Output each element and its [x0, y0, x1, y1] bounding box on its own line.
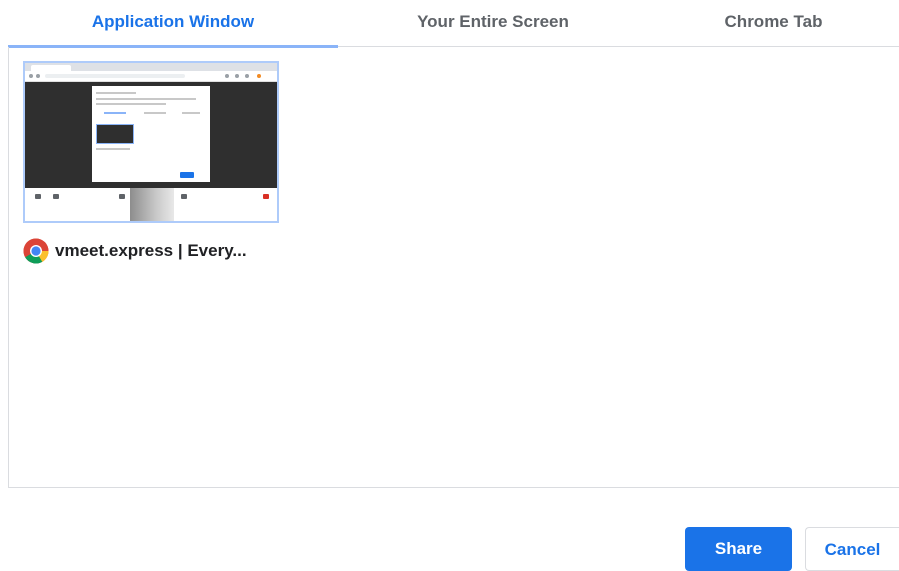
thumbnail-stage — [25, 82, 277, 188]
thumbnail-dialog — [92, 86, 210, 182]
thumbnail-toolbar-dot — [225, 74, 229, 78]
source-item[interactable]: vmeet.express | Every... — [23, 61, 279, 265]
thumbnail-icon — [181, 194, 187, 199]
thumbnail-icon — [119, 194, 125, 199]
window-thumbnail[interactable] — [23, 61, 279, 223]
thumbnail-tab-line — [104, 112, 126, 114]
thumbnail-button — [180, 172, 194, 178]
thumbnail-camera-preview — [130, 188, 174, 221]
thumbnail-hangup-icon — [263, 194, 269, 199]
thumbnail-url-bar — [45, 74, 185, 78]
thumbnail-address-bar — [25, 71, 277, 82]
thumbnail-tab-line — [144, 112, 166, 114]
source-label: vmeet.express | Every... — [23, 237, 279, 265]
source-list-panel: vmeet.express | Every... — [8, 47, 899, 488]
share-screen-dialog: Application Window Your Entire Screen Ch… — [0, 0, 899, 571]
thumbnail-text-line — [96, 103, 166, 105]
tab-entire-screen[interactable]: Your Entire Screen — [338, 0, 648, 45]
thumbnail-text-line — [96, 98, 196, 100]
share-button[interactable]: Share — [685, 527, 792, 571]
thumbnail-toolbar-dot — [235, 74, 239, 78]
thumbnail-nav-dot — [29, 74, 33, 78]
thumbnail-bottom-bar — [25, 188, 277, 221]
thumbnail-tile — [96, 124, 134, 144]
thumbnail-text-line — [96, 92, 136, 94]
thumbnail-nav-dot — [36, 74, 40, 78]
cancel-button[interactable]: Cancel — [805, 527, 899, 571]
chrome-icon — [23, 238, 49, 264]
thumbnail-avatar-dot — [257, 74, 261, 78]
tab-application-window[interactable]: Application Window — [8, 0, 338, 45]
source-title: vmeet.express | Every... — [55, 241, 247, 260]
thumbnail-tabstrip — [25, 63, 277, 71]
thumbnail-text-line — [96, 148, 130, 150]
thumbnail-tab-line — [182, 112, 200, 114]
thumbnail-icon — [35, 194, 41, 199]
tab-chrome-tab[interactable]: Chrome Tab — [648, 0, 899, 45]
thumbnail-toolbar-dot — [245, 74, 249, 78]
source-tabs: Application Window Your Entire Screen Ch… — [8, 0, 899, 48]
thumbnail-icon — [53, 194, 59, 199]
